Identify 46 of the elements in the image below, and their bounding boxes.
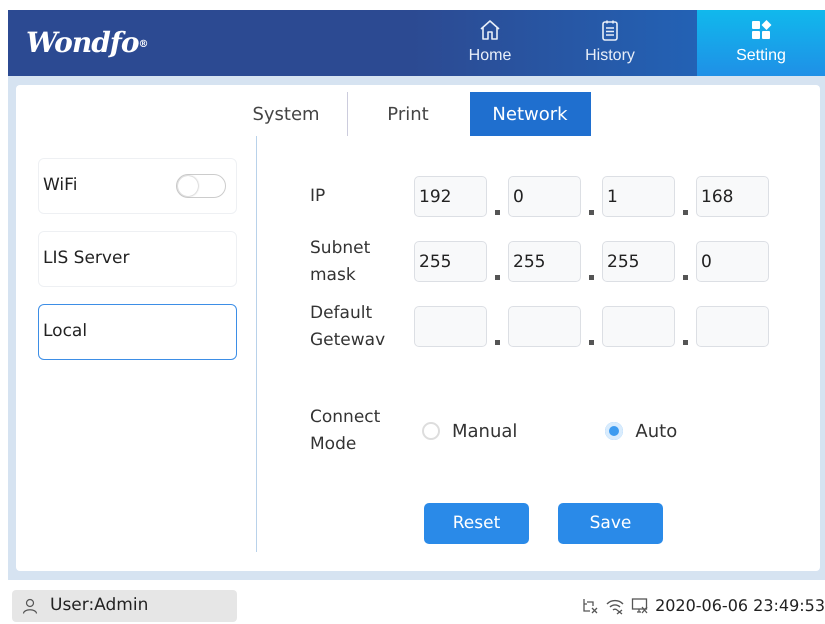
dot-separator — [495, 275, 500, 280]
input-field[interactable]: 0 — [696, 241, 769, 282]
nav-tab[interactable]: Home — [430, 10, 550, 76]
tab[interactable]: Network — [470, 92, 590, 136]
radio-button[interactable] — [422, 422, 440, 440]
dot-separator — [495, 340, 500, 345]
dot-separator — [683, 340, 688, 345]
input-field[interactable] — [602, 306, 675, 347]
input-field[interactable] — [696, 306, 769, 347]
dot-separator — [683, 210, 688, 215]
action-button[interactable]: Save — [558, 503, 663, 544]
input-field[interactable]: 255 — [414, 241, 487, 282]
input-field[interactable]: 192 — [414, 176, 487, 217]
dot-separator — [495, 210, 500, 215]
dot-separator — [589, 210, 594, 215]
disconnected-port-icon — [581, 597, 600, 615]
server-off-icon — [631, 597, 650, 615]
toggle-switch[interactable] — [176, 174, 226, 198]
home-icon — [478, 18, 502, 42]
input-field[interactable] — [508, 306, 581, 347]
radio-button[interactable] — [605, 422, 624, 440]
wifi-off-icon — [605, 597, 626, 615]
input-field[interactable]: 168 — [696, 176, 769, 217]
dot-separator — [683, 275, 688, 280]
action-button[interactable]: Reset — [424, 503, 529, 544]
registered-mark: ® — [138, 39, 148, 50]
input-field[interactable]: 1 — [602, 176, 675, 217]
user-badge: User:Admin — [12, 590, 237, 622]
input-field[interactable] — [414, 306, 487, 347]
tiles-icon — [749, 18, 773, 42]
input-field[interactable]: 255 — [602, 241, 675, 282]
input-field[interactable]: 0 — [508, 176, 581, 217]
date-time: 2020-06-06 23:49:53 — [655, 595, 825, 617]
field-label: IP — [310, 185, 326, 208]
sidebar-item[interactable]: Local — [38, 304, 237, 360]
field-label: Default Getewav — [310, 302, 386, 352]
dot-separator — [589, 275, 594, 280]
sidebar-item-label: WiFi — [43, 174, 78, 198]
logo: Wondfo$^{®}$ — [26, 25, 148, 61]
dot-separator — [589, 340, 594, 345]
sidebar-item[interactable]: LIS Server — [38, 231, 237, 287]
field-label: Subnet mask — [310, 236, 372, 286]
field-label: Connect Mode — [310, 406, 382, 456]
user-icon — [22, 598, 38, 614]
input-field[interactable]: 255 — [508, 241, 581, 282]
nav-tab[interactable]: History — [550, 10, 670, 76]
